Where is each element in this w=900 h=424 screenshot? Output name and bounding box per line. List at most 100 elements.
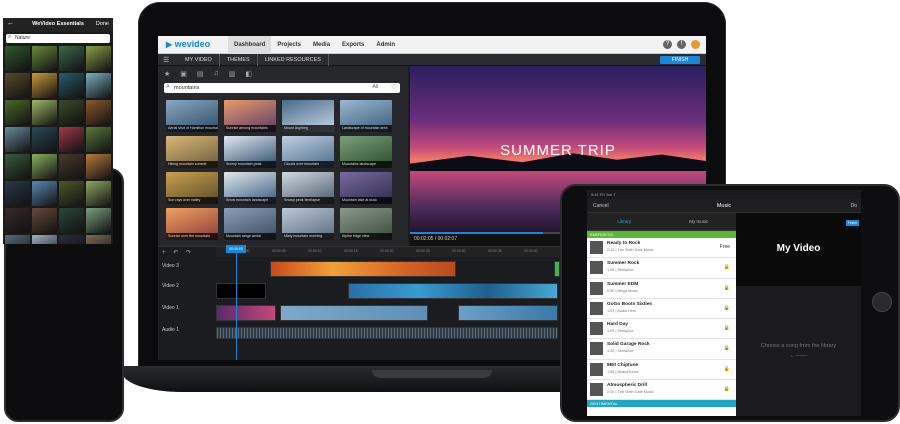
phone-media-thumbnail[interactable] [86,46,111,71]
media-thumbnail[interactable]: Sunrise over the mountain [166,208,218,240]
timeline-tools[interactable]: + ↶ ↷ [162,249,194,256]
phone-media-thumbnail[interactable] [5,46,30,71]
filter-dropdown[interactable]: All [372,84,378,90]
topbar-icons: ? ! [663,40,700,49]
clip-video-1c[interactable] [458,305,558,321]
media-thumbnail[interactable]: Mountains landscape [340,136,392,168]
phone-media-thumbnail[interactable] [5,181,30,206]
phone-media-thumbnail[interactable] [5,100,30,125]
song-row[interactable]: GoGo Boots Sixties 1:03 | Audio Hero 🔒 [587,298,736,320]
media-thumbnail[interactable]: Alpine ridge view [340,208,392,240]
phone-media-thumbnail[interactable] [59,181,84,206]
song-row[interactable]: Ready to Rock 2:10 | The Sixth Gate Music… [587,238,736,259]
finish-button[interactable]: FINISH [660,56,700,64]
phone-media-thumbnail[interactable] [5,73,30,98]
phone-media-thumbnail[interactable] [59,73,84,98]
phone-media-thumbnail[interactable] [86,235,111,244]
phone-media-thumbnail[interactable] [59,46,84,71]
search-input[interactable] [174,83,354,93]
media-thumbnail[interactable]: Sunrise among mountains [224,100,276,132]
phone-media-thumbnail[interactable] [5,127,30,152]
media-thumbnail[interactable]: Hiking mountain summit [166,136,218,168]
phone-media-thumbnail[interactable] [86,154,111,179]
media-thumbnail[interactable]: Landscape of mountain area [340,100,392,132]
song-row[interactable]: Summer Rock 1:58 | StellaZoe 🔒 [587,258,736,279]
clip-video-1a[interactable] [216,305,276,321]
tab-themes[interactable]: THEMES [220,54,258,66]
thumbnail-caption: Aerial shot of Hamilton mountain [166,125,218,132]
phone-media-thumbnail[interactable] [86,208,111,233]
clip-video-2[interactable] [348,283,558,299]
tab-my-music[interactable]: My music [662,213,737,230]
phone-media-thumbnail[interactable] [32,235,57,244]
phone-media-thumbnail[interactable] [32,127,57,152]
avatar[interactable] [691,40,700,49]
nav-media[interactable]: Media [307,36,336,54]
media-thumbnail[interactable]: Misty mountain morning [282,208,334,240]
nav-admin[interactable]: Admin [370,36,401,54]
phone-search[interactable]: ⌕ Nature [6,34,110,43]
phone-media-thumbnail[interactable] [86,100,111,125]
media-thumbnail[interactable]: Snow mountain landscape [224,172,276,204]
phone-media-thumbnail[interactable] [86,181,111,206]
song-row[interactable]: Solid Garage Rock 1:35 | StellaZoe 🔒 [587,339,736,360]
graphics-icon[interactable]: ◧ [245,70,252,78]
phone-media-thumbnail[interactable] [32,181,57,206]
favorite-heart-icon[interactable]: ♡ [391,83,397,91]
phone-media-thumbnail[interactable] [59,235,84,244]
phone-media-thumbnail[interactable] [32,46,57,71]
clip-video-1b[interactable] [280,305,428,321]
tab-my-video[interactable]: MY VIDEO [178,54,220,66]
tablet-video-preview[interactable]: My Video [736,213,861,286]
wevideo-logo[interactable]: ▶ wevideo [166,39,210,49]
top-nav-bar: ▶ wevideo Dashboard Projects Media Expor… [158,36,706,54]
song-row[interactable]: Atmospheric Drill 2:40 | The Sixth Gate M… [587,380,736,401]
clip-title-card[interactable] [216,283,266,299]
nav-projects[interactable]: Projects [271,36,307,54]
phone-media-thumbnail[interactable] [59,100,84,125]
phone-media-thumbnail[interactable] [5,235,30,244]
favorites-star-icon[interactable]: ★ [164,70,170,78]
media-thumbnail[interactable]: Snowy mountain peak [224,136,276,168]
tab-library[interactable]: Library [587,213,662,230]
media-thumbnail[interactable]: Mountain range aerial [224,208,276,240]
phone-media-thumbnail[interactable] [32,154,57,179]
song-row[interactable]: Summer EDM 0:50 | Mega Music 🔒 [587,278,736,299]
phone-media-thumbnail[interactable] [32,100,57,125]
phone-media-thumbnail[interactable] [5,208,30,233]
tablet-finish-button[interactable]: Finish [845,220,859,226]
phone-done-button[interactable]: Done [96,21,109,27]
phone-media-thumbnail[interactable] [32,208,57,233]
phone-media-thumbnail[interactable] [86,127,111,152]
phone-media-thumbnail[interactable] [59,208,84,233]
playhead[interactable] [236,247,237,360]
images-icon[interactable]: ▤ [197,70,204,78]
track-label-video-3: Video 3 [162,263,179,269]
audio-icon[interactable]: ♫ [214,70,219,78]
phone-media-thumbnail[interactable] [86,73,111,98]
tablet-done-button[interactable]: Do [851,203,857,209]
hamburger-menu-icon[interactable]: ☰ [163,56,169,64]
clip-video-3[interactable] [270,261,456,277]
phone-media-thumbnail[interactable] [59,154,84,179]
phone-media-thumbnail[interactable] [59,127,84,152]
help-icon[interactable]: ? [663,40,672,49]
song-row[interactable]: Hard Day 1:05 | StellaZoe 🔒 [587,319,736,340]
folder-icon[interactable]: ▥ [229,70,236,78]
thumbnail-caption: Sun rays over valley [166,197,218,204]
audio-waveform[interactable] [216,327,558,339]
song-row[interactable]: 8Bit Chiptune 1:55 | BrianzTunes 🔒 [587,359,736,381]
media-thumbnail[interactable]: Mountain lake at dusk [340,172,392,204]
media-thumbnail[interactable]: Snowy peak timelapse [282,172,334,204]
nav-exports[interactable]: Exports [336,36,370,54]
media-thumbnail[interactable]: Clouds over mountain [282,136,334,168]
media-thumbnail[interactable]: Mount Aspiring [282,100,334,132]
video-icon[interactable]: ▣ [180,70,187,78]
notification-icon[interactable]: ! [677,40,686,49]
media-thumbnail[interactable]: Sun rays over valley [166,172,218,204]
nav-dashboard[interactable]: Dashboard [228,36,272,54]
phone-media-thumbnail[interactable] [32,73,57,98]
phone-media-thumbnail[interactable] [5,154,30,179]
tab-linked-resources[interactable]: LINKED RESOURCES [258,54,329,66]
media-thumbnail[interactable]: Aerial shot of Hamilton mountain [166,100,218,132]
